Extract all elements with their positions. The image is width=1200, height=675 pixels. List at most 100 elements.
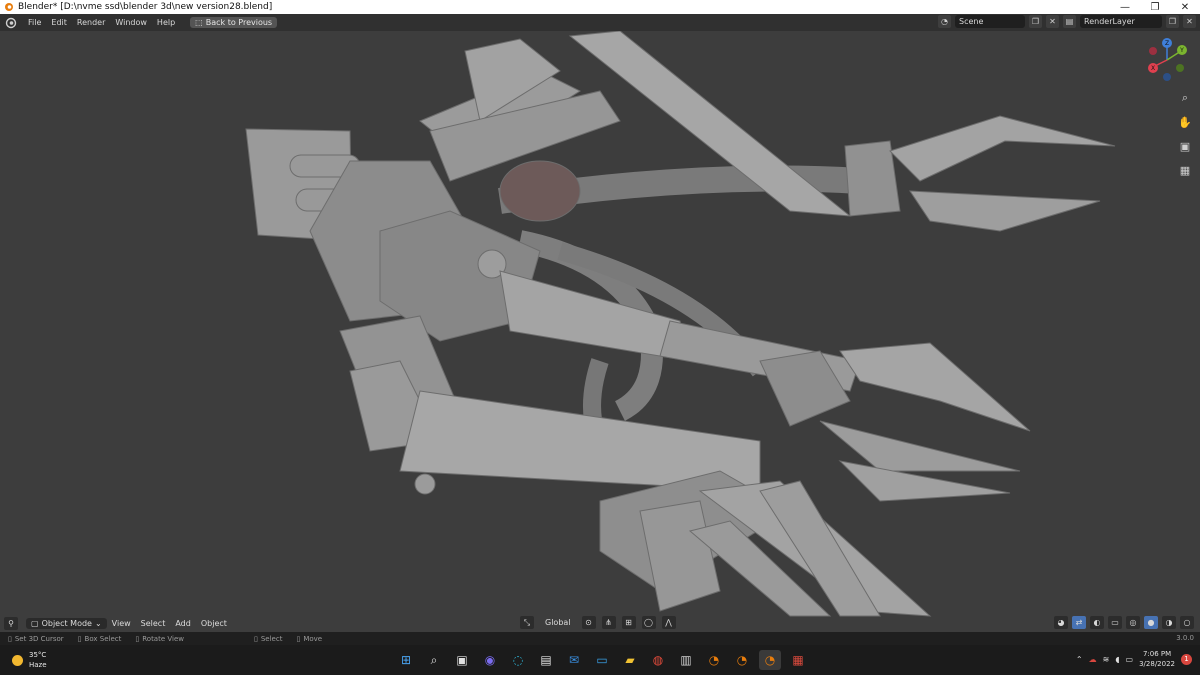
falloff-icon[interactable]: ⋀ <box>661 616 676 629</box>
snap-icon[interactable]: ⋔ <box>601 616 616 629</box>
delete-render-layer-icon[interactable]: ✕ <box>1183 15 1196 28</box>
object-mode-icon: ▢ <box>31 618 39 628</box>
scene-field[interactable]: Scene <box>955 15 1025 28</box>
editor-type-icon[interactable]: ⚲ <box>4 616 18 630</box>
chevron-up-icon[interactable]: ⌃ <box>1076 655 1083 664</box>
zoom-icon[interactable]: ⌕ <box>1176 89 1194 107</box>
mouse-drag-icon: ▯ <box>296 634 301 643</box>
pan-hand-icon[interactable]: ✋ <box>1176 113 1194 131</box>
blender-menu-icon[interactable] <box>5 17 17 29</box>
transform-controls: ⤡ Global ⊙ ⋔ ⊞ ◯ ⋀ <box>520 616 676 629</box>
menu-file[interactable]: File <box>23 18 46 27</box>
clock[interactable]: 7:06 PM 3/28/2022 <box>1139 649 1175 669</box>
menu-window[interactable]: Window <box>110 18 152 27</box>
hint-label: Box Select <box>84 634 122 643</box>
material-shading-icon[interactable]: ◑ <box>1162 616 1176 629</box>
minimize-button[interactable]: — <box>1110 2 1140 13</box>
render-layer-icon[interactable]: ▤ <box>1063 15 1076 28</box>
shading-controls: ◕ ⇄ ◐ ▭ ◎ ● ◑ ○ <box>1054 616 1194 629</box>
menu-render[interactable]: Render <box>72 18 110 27</box>
menu-help[interactable]: Help <box>152 18 180 27</box>
menu-edit[interactable]: Edit <box>46 18 72 27</box>
wireframe-shading-icon[interactable]: ◎ <box>1126 616 1140 629</box>
task-view-icon[interactable]: ▣ <box>451 650 473 670</box>
mouse-right-icon: ▯ <box>254 634 258 643</box>
menubar: File Edit Render Window Help ⬚ Back to P… <box>0 14 1200 31</box>
proportional-edit-icon[interactable]: ◯ <box>641 616 656 629</box>
edge-browser-icon[interactable]: ◌ <box>507 650 529 670</box>
menu-view[interactable]: View <box>107 619 136 628</box>
3d-viewport[interactable]: Z Y X ⌕ ✋ ▣ ▦ <box>0 31 1200 632</box>
gizmo-z-label: Z <box>1165 40 1169 47</box>
file-explorer-icon[interactable]: ▰ <box>619 650 641 670</box>
solid-shading-icon[interactable]: ● <box>1144 616 1158 629</box>
render-layer-field[interactable]: RenderLayer <box>1080 15 1162 28</box>
scene-selector-icon[interactable]: ◔ <box>938 15 951 28</box>
search-icon[interactable]: ⌕ <box>423 650 445 670</box>
menu-add[interactable]: Add <box>170 619 196 628</box>
windows-taskbar: 35°C Haze ⊞ ⌕ ▣ ◉ ◌ ▤ ✉ ▭ ▰ ◍ ▥ ◔ ◔ ◔ ▦ … <box>0 645 1200 675</box>
mouse-middle-icon: ▯ <box>135 634 140 643</box>
navigation-tools: ⌕ ✋ ▣ ▦ <box>1176 89 1194 179</box>
overlay-icon[interactable]: ◐ <box>1090 616 1104 629</box>
new-render-layer-icon[interactable]: ❐ <box>1166 15 1179 28</box>
desktop-icon[interactable]: ▭ <box>591 650 613 670</box>
status-bar: ▯ Set 3D Cursor ▯ Box Select ▯ Rotate View … <box>0 632 1200 645</box>
visibility-icon[interactable]: ◕ <box>1054 616 1068 629</box>
weather-temp: 35°C <box>29 651 47 659</box>
onedrive-icon[interactable]: ☁ <box>1089 655 1097 664</box>
gizmo-x-label: X <box>1151 65 1155 72</box>
navigation-gizmo[interactable]: Z Y X <box>1144 37 1190 83</box>
snap-target-icon[interactable]: ⊞ <box>621 616 636 629</box>
delete-scene-icon[interactable]: ✕ <box>1046 15 1059 28</box>
back-to-previous-button[interactable]: ⬚ Back to Previous <box>190 17 278 28</box>
store-icon[interactable]: ▤ <box>535 650 557 670</box>
image-viewer-icon[interactable]: ▦ <box>787 650 809 670</box>
hint-select: ▯ Select <box>254 635 282 643</box>
grid-perspective-icon[interactable]: ▦ <box>1176 161 1194 179</box>
pivot-icon[interactable]: ⊙ <box>581 616 596 629</box>
hint-label: Move <box>303 634 323 643</box>
back-icon: ⬚ <box>195 18 203 27</box>
window-titlebar: Blender* [D:\nvme ssd\blender 3d\new ver… <box>0 0 1200 14</box>
blender-logo-icon <box>5 3 13 11</box>
blender-app-icon-active[interactable]: ◔ <box>759 650 781 670</box>
camera-icon[interactable]: ▣ <box>1176 137 1194 155</box>
close-button[interactable]: ✕ <box>1170 2 1200 13</box>
weather-desc: Haze <box>29 661 47 669</box>
weather-widget[interactable]: 35°C Haze <box>12 650 47 670</box>
object-mode-label: Object Mode <box>41 618 92 628</box>
blender-app-icon[interactable]: ◔ <box>703 650 725 670</box>
notepad-icon[interactable]: ▥ <box>675 650 697 670</box>
robotic-claw-model <box>245 31 1116 617</box>
mail-icon[interactable]: ✉ <box>563 650 585 670</box>
system-tray: ⌃ ☁ ≋ ◖ ▭ 7:06 PM 3/28/2022 1 <box>1076 649 1192 669</box>
windows-start-icon[interactable]: ⊞ <box>395 650 417 670</box>
mouse-drag-icon: ▯ <box>77 634 82 643</box>
hint-box-select: ▯ Box Select <box>78 635 122 643</box>
rendered-shading-icon[interactable]: ○ <box>1180 616 1194 629</box>
xray-icon[interactable]: ▭ <box>1108 616 1122 629</box>
transform-orientation-dropdown[interactable]: Global <box>540 618 576 627</box>
sun-icon <box>12 654 23 666</box>
new-scene-icon[interactable]: ❐ <box>1029 15 1042 28</box>
hint-rotate-view: ▯ Rotate View <box>135 635 184 643</box>
blender-app-icon-2[interactable]: ◔ <box>731 650 753 670</box>
mouse-left-icon: ▯ <box>8 634 12 643</box>
hint-set-3d-cursor: ▯ Set 3D Cursor <box>8 635 64 643</box>
volume-icon[interactable]: ◖ <box>1115 655 1119 664</box>
chrome-icon[interactable]: ◍ <box>647 650 669 670</box>
battery-icon[interactable]: ▭ <box>1126 655 1134 664</box>
gizmo-toggle-icon[interactable]: ⇄ <box>1072 616 1086 629</box>
maximize-button[interactable]: ❐ <box>1140 2 1170 13</box>
menu-select[interactable]: Select <box>136 619 171 628</box>
wifi-icon[interactable]: ≋ <box>1103 655 1110 664</box>
taskbar-apps: ⊞ ⌕ ▣ ◉ ◌ ▤ ✉ ▭ ▰ ◍ ▥ ◔ ◔ ◔ ▦ <box>395 650 809 670</box>
gizmo-y-label: Y <box>1179 47 1184 54</box>
window-title: Blender* [D:\nvme ssd\blender 3d\new ver… <box>18 2 273 12</box>
menu-object[interactable]: Object <box>196 619 232 628</box>
chat-icon[interactable]: ◉ <box>479 650 501 670</box>
clock-date: 3/28/2022 <box>1139 660 1175 668</box>
notification-badge[interactable]: 1 <box>1181 653 1192 665</box>
object-mode-dropdown[interactable]: ▢ Object Mode ⌄ <box>26 617 107 629</box>
